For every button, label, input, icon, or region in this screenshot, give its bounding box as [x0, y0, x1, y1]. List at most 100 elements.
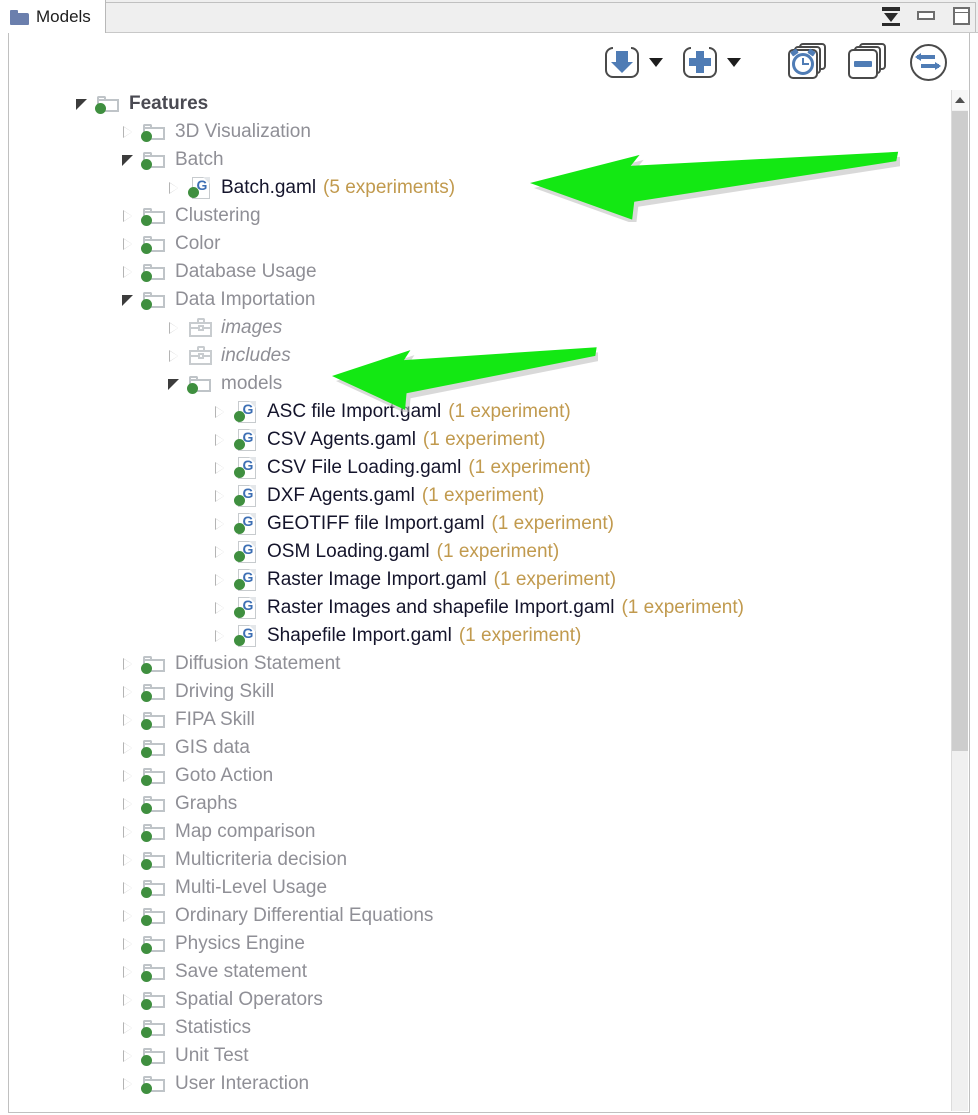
- twisty-collapsed-icon[interactable]: [117, 678, 141, 706]
- twisty-collapsed-icon[interactable]: [117, 1014, 141, 1042]
- tree-row-file[interactable]: G DXF Agents.gaml (1 experiment): [9, 482, 951, 510]
- twisty-expanded-icon[interactable]: [117, 146, 141, 174]
- folder-icon: [141, 821, 171, 843]
- twisty-collapsed-icon[interactable]: [209, 622, 233, 650]
- twisty-collapsed-icon[interactable]: [117, 930, 141, 958]
- twisty-collapsed-icon[interactable]: [209, 454, 233, 482]
- tree-item-label: Physics Engine: [175, 933, 305, 954]
- tree-row-folder[interactable]: GIS data: [9, 734, 951, 762]
- twisty-collapsed-icon[interactable]: [117, 1042, 141, 1070]
- tree-row-folder[interactable]: Goto Action: [9, 762, 951, 790]
- twisty-collapsed-icon[interactable]: [117, 958, 141, 986]
- window-controls: [880, 2, 972, 30]
- twisty-collapsed-icon[interactable]: [117, 258, 141, 286]
- tree-row-folder[interactable]: Multicriteria decision: [9, 846, 951, 874]
- tree-row-file[interactable]: G Raster Images and shapefile Import.gaml…: [9, 594, 951, 622]
- vertical-scrollbar[interactable]: [951, 90, 968, 1111]
- collapse-button[interactable]: [847, 42, 889, 82]
- experiments-button[interactable]: [787, 42, 829, 82]
- twisty-collapsed-icon[interactable]: [117, 230, 141, 258]
- twisty-collapsed-icon[interactable]: [209, 510, 233, 538]
- import-model-button[interactable]: [603, 43, 641, 81]
- tree-row-folder[interactable]: Spatial Operators: [9, 986, 951, 1014]
- tree-row-folder[interactable]: images: [9, 314, 951, 342]
- folder-icon: [141, 121, 171, 143]
- tree-row-folder[interactable]: User Interaction: [9, 1070, 951, 1098]
- tree-row-folder[interactable]: Statistics: [9, 1014, 951, 1042]
- tree-row-file[interactable]: G OSM Loading.gaml (1 experiment): [9, 538, 951, 566]
- tree-row-folder[interactable]: Diffusion Statement: [9, 650, 951, 678]
- tree-item-label: FIPA Skill: [175, 709, 255, 730]
- twisty-collapsed-icon[interactable]: [117, 762, 141, 790]
- new-model-button[interactable]: [681, 43, 719, 81]
- twisty-collapsed-icon[interactable]: [117, 118, 141, 146]
- green-arrow-shape: [530, 151, 900, 222]
- twisty-collapsed-icon[interactable]: [163, 314, 187, 342]
- tree-row-folder[interactable]: Color: [9, 230, 951, 258]
- twisty-collapsed-icon[interactable]: [117, 846, 141, 874]
- models-tree[interactable]: Features 3D Visualization Batch G Batch.gaml…: [9, 90, 951, 1112]
- scroll-up-arrow-icon[interactable]: [952, 90, 968, 110]
- collapse-all-icon[interactable]: [880, 5, 902, 27]
- tree-row-folder[interactable]: Unit Test: [9, 1042, 951, 1070]
- twisty-expanded-icon[interactable]: [71, 90, 95, 118]
- tree-item-label: Unit Test: [175, 1045, 249, 1066]
- twisty-collapsed-icon[interactable]: [209, 594, 233, 622]
- experiment-count-label: (1 experiment): [422, 429, 546, 450]
- twisty-expanded-icon[interactable]: [117, 286, 141, 314]
- twisty-collapsed-icon[interactable]: [209, 426, 233, 454]
- twisty-collapsed-icon[interactable]: [117, 1070, 141, 1098]
- tree-row-file[interactable]: G Shapefile Import.gaml (1 experiment): [9, 622, 951, 650]
- folder-icon: [141, 793, 171, 815]
- twisty-collapsed-icon[interactable]: [117, 902, 141, 930]
- twisty-collapsed-icon[interactable]: [117, 734, 141, 762]
- link-editor-button[interactable]: [907, 42, 949, 82]
- twisty-collapsed-icon[interactable]: [117, 874, 141, 902]
- gaml-file-icon: G: [233, 596, 263, 620]
- twisty-collapsed-icon[interactable]: [163, 174, 187, 202]
- tree-row-file[interactable]: G Raster Image Import.gaml (1 experiment): [9, 566, 951, 594]
- tree-row-folder[interactable]: Data Importation: [9, 286, 951, 314]
- twisty-collapsed-icon[interactable]: [117, 790, 141, 818]
- twisty-collapsed-icon[interactable]: [209, 398, 233, 426]
- new-dropdown-chevron-down-icon[interactable]: [727, 58, 741, 67]
- tree-row-file[interactable]: G CSV Agents.gaml (1 experiment): [9, 426, 951, 454]
- tree-row-folder[interactable]: Physics Engine: [9, 930, 951, 958]
- experiment-count-label: (1 experiment): [491, 513, 614, 534]
- maximize-icon[interactable]: [950, 5, 972, 27]
- tree-row-folder[interactable]: 3D Visualization: [9, 118, 951, 146]
- arrow-pointing-to-batch-gaml: [528, 144, 900, 222]
- tree-row-file[interactable]: G GEOTIFF file Import.gaml (1 experiment): [9, 510, 951, 538]
- twisty-collapsed-icon[interactable]: [117, 818, 141, 846]
- tab-models[interactable]: Models: [0, 0, 106, 33]
- twisty-expanded-icon[interactable]: [163, 370, 187, 398]
- experiment-count-label: (1 experiment): [421, 485, 545, 506]
- twisty-collapsed-icon[interactable]: [117, 706, 141, 734]
- scrollbar-thumb[interactable]: [952, 111, 968, 751]
- tree-row-folder[interactable]: FIPA Skill: [9, 706, 951, 734]
- twisty-collapsed-icon[interactable]: [117, 986, 141, 1014]
- twisty-collapsed-icon[interactable]: [117, 650, 141, 678]
- twisty-collapsed-icon[interactable]: [209, 538, 233, 566]
- gaml-file-icon: G: [233, 428, 263, 452]
- gaml-file-icon: G: [233, 568, 263, 592]
- twisty-collapsed-icon[interactable]: [209, 482, 233, 510]
- tree-row-folder[interactable]: Driving Skill: [9, 678, 951, 706]
- minimize-icon[interactable]: [915, 5, 937, 27]
- twisty-collapsed-icon[interactable]: [117, 202, 141, 230]
- tree-row-folder[interactable]: Save statement: [9, 958, 951, 986]
- tree-row-folder[interactable]: Database Usage: [9, 258, 951, 286]
- import-dropdown-chevron-down-icon[interactable]: [649, 58, 663, 67]
- tree-row-folder[interactable]: Graphs: [9, 790, 951, 818]
- twisty-collapsed-icon[interactable]: [163, 342, 187, 370]
- tree-item-label: GEOTIFF file Import.gaml: [267, 513, 485, 534]
- folder-icon: [141, 877, 171, 899]
- tree-row-folder[interactable]: Ordinary Differential Equations: [9, 902, 951, 930]
- tree-row-file[interactable]: G CSV File Loading.gaml (1 experiment): [9, 454, 951, 482]
- twisty-collapsed-icon[interactable]: [209, 566, 233, 594]
- tree-item-label: Statistics: [175, 1017, 252, 1038]
- tree-item-label: User Interaction: [175, 1073, 310, 1094]
- tree-row-folder[interactable]: Features: [9, 90, 951, 118]
- tree-row-folder[interactable]: Map comparison: [9, 818, 951, 846]
- tree-row-folder[interactable]: Multi-Level Usage: [9, 874, 951, 902]
